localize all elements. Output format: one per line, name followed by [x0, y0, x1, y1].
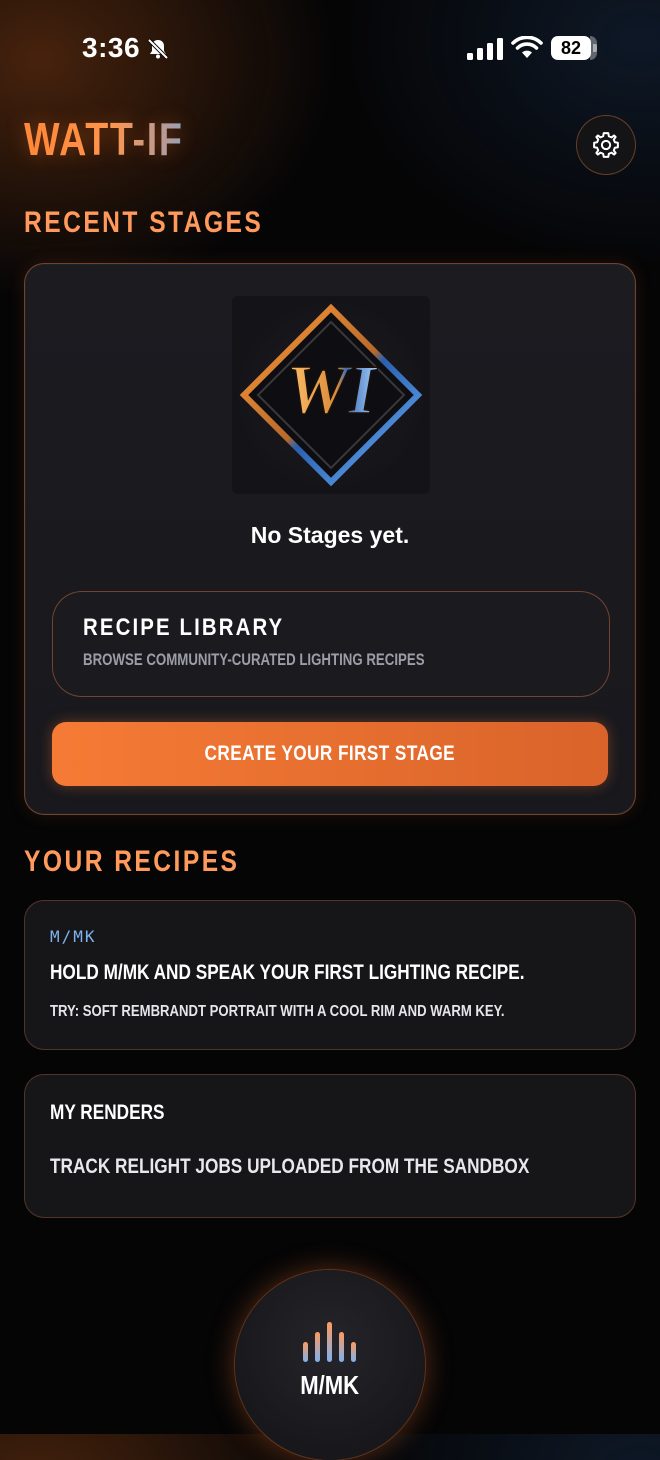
- recipe-card-title: HOLD M/MK AND SPEAK YOUR FIRST LIGHTING …: [50, 961, 525, 984]
- settings-button[interactable]: [576, 115, 636, 175]
- my-renders-card[interactable]: MY RENDERS TRACK RELIGHT JOBS UPLOADED F…: [24, 1074, 636, 1218]
- recipe-library-button[interactable]: RECIPE LIBRARY BROWSE COMMUNITY-CURATED …: [52, 591, 610, 697]
- create-first-stage-text: CREATE YOUR FIRST STAGE: [204, 742, 456, 765]
- audio-bars-icon: [303, 1322, 356, 1362]
- recipe-tag: M/MK: [50, 927, 97, 946]
- battery-cap: [593, 44, 597, 52]
- emblem-graphic: WI: [239, 303, 423, 487]
- status-bar: 3:36 82: [0, 0, 660, 100]
- my-renders-title: MY RENDERS: [50, 1101, 165, 1124]
- cellular-signal-icon: [467, 38, 503, 60]
- create-first-stage-button[interactable]: CREATE YOUR FIRST STAGE: [52, 722, 608, 786]
- recent-stages-card: WI No Stages yet. RECIPE LIBRARY BROWSE …: [24, 263, 636, 815]
- recipe-library-subtitle: BROWSE COMMUNITY-CURATED LIGHTING RECIPE…: [83, 650, 425, 669]
- battery-indicator: 82: [551, 36, 597, 60]
- app-logo: WATT-IF: [24, 113, 184, 165]
- create-first-stage-label: CREATE YOUR FIRST STAGE: [52, 722, 608, 786]
- app-emblem: WI: [232, 296, 430, 494]
- recent-stages-title: RECENT STAGES: [24, 206, 264, 239]
- voice-recipe-card[interactable]: M/MK HOLD M/MK AND SPEAK YOUR FIRST LIGH…: [24, 900, 636, 1050]
- empty-state-text: No Stages yet.: [250, 522, 410, 548]
- status-time: 3:36: [82, 32, 141, 63]
- gear-icon: [593, 132, 619, 158]
- battery-percentage: 82: [560, 38, 582, 58]
- wifi-icon: [511, 36, 543, 58]
- mic-label: M/MK: [235, 1370, 425, 1401]
- your-recipes-title: YOUR RECIPES: [24, 845, 240, 878]
- my-renders-description: TRACK RELIGHT JOBS UPLOADED FROM THE SAN…: [50, 1155, 530, 1178]
- voice-mic-button[interactable]: M/MK: [235, 1270, 425, 1460]
- recipe-card-hint: TRY: SOFT REMBRANDT PORTRAIT WITH A COOL…: [50, 1003, 505, 1020]
- recipe-library-title: RECIPE LIBRARY: [83, 614, 285, 641]
- emblem-letters: WI: [286, 352, 378, 429]
- muted-bell-icon: [147, 38, 169, 60]
- mic-label-text: M/MK: [300, 1370, 360, 1400]
